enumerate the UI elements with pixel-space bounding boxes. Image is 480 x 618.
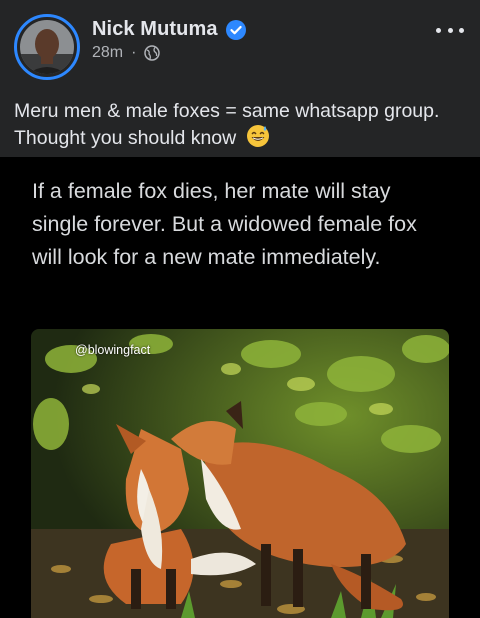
photo-watermark: @blowingfact xyxy=(75,343,151,357)
globe-icon[interactable] xyxy=(144,45,161,61)
verified-badge-icon xyxy=(225,19,246,40)
post-timestamp[interactable]: 28m xyxy=(92,44,123,62)
post-meta: 28m · xyxy=(92,44,161,62)
fox-photo[interactable]: @blowingfact xyxy=(31,329,449,618)
post-caption-text: Meru men & male foxes = same whatsapp gr… xyxy=(14,100,440,149)
post-media[interactable]: If a female fox dies, her mate will stay… xyxy=(0,157,480,618)
post-header: Nick Mutuma 28m · xyxy=(0,0,480,88)
author-name[interactable]: Nick Mutuma xyxy=(92,18,218,41)
avatar[interactable] xyxy=(20,20,74,74)
post-caption: Meru men & male foxes = same whatsapp gr… xyxy=(14,98,466,151)
more-options-icon[interactable] xyxy=(436,20,464,40)
fox-photo-illustration xyxy=(31,329,449,618)
avatar-story-ring[interactable] xyxy=(14,14,80,80)
meta-separator: · xyxy=(131,44,137,61)
fact-quote: If a female fox dies, her mate will stay… xyxy=(32,179,417,269)
author-row: Nick Mutuma xyxy=(92,18,246,41)
sweat-smile-emoji-icon xyxy=(246,125,269,147)
